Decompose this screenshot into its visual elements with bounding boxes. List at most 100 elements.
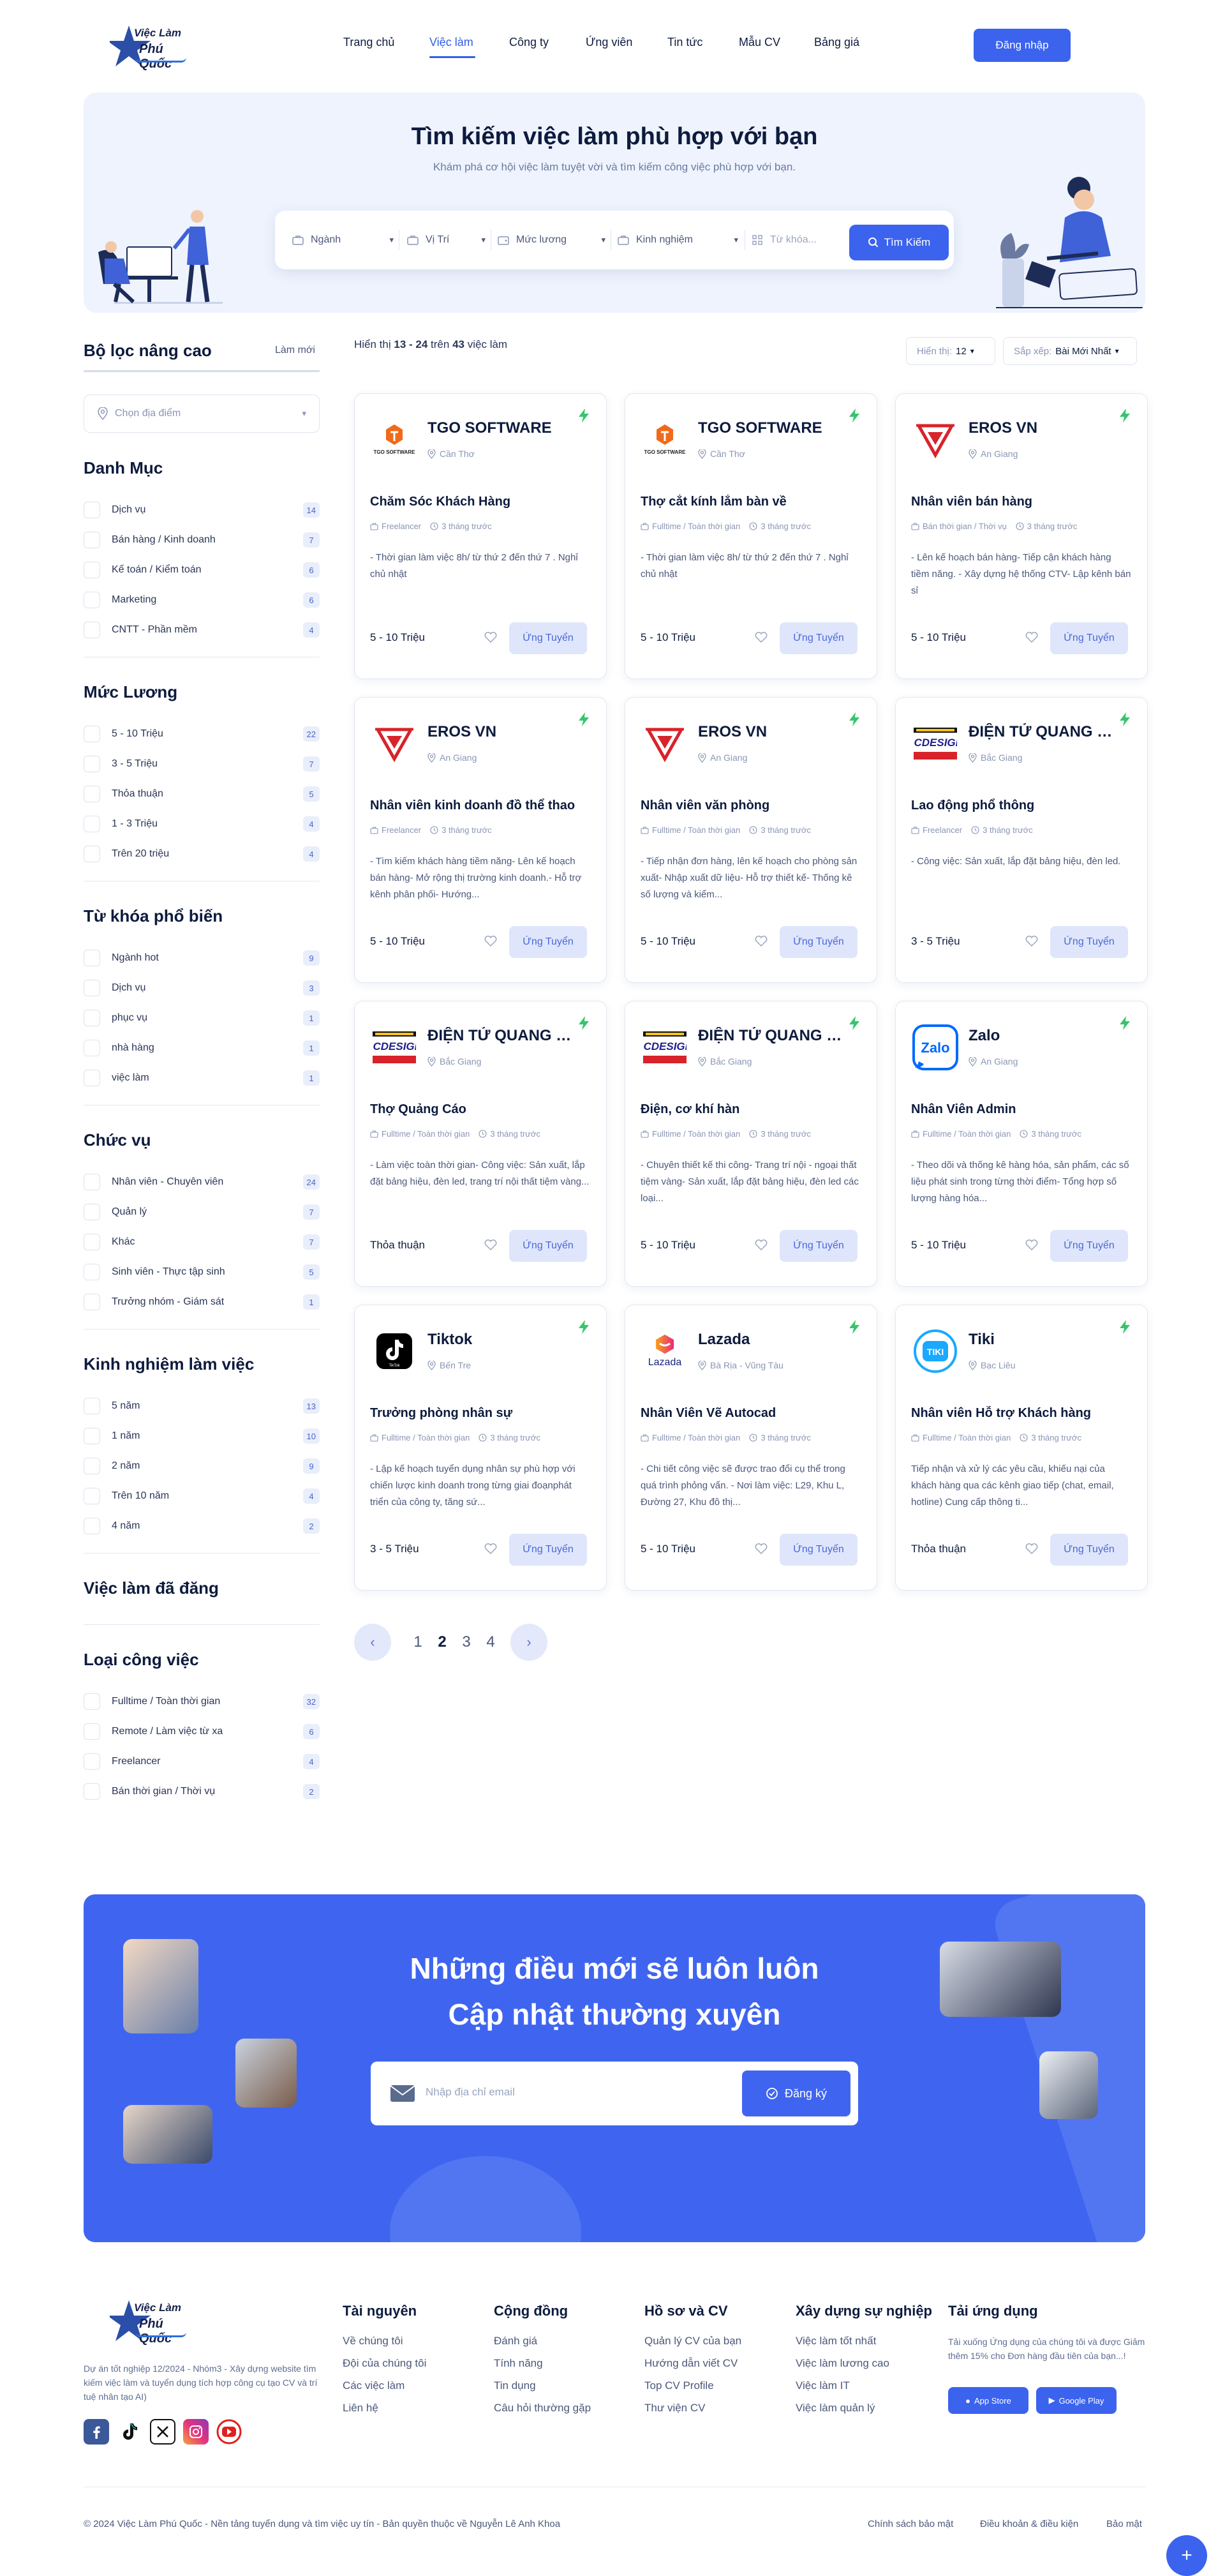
job-title[interactable]: Thợ cắt kính lắm bàn về <box>641 495 864 509</box>
heart-icon[interactable] <box>754 630 768 644</box>
company-name[interactable]: Tiktok <box>427 1331 581 1349</box>
apply-button[interactable]: Ứng Tuyển <box>780 926 858 958</box>
checkbox[interactable] <box>84 950 100 966</box>
job-card[interactable]: TikTok Tiktok Bến Tre Trưởng phòng nhân sự F… <box>354 1305 607 1591</box>
filter-option[interactable]: Nhân viên - Chuyên viên 24 <box>84 1172 320 1192</box>
job-card[interactable]: LCDESIGN ĐIỆN TỬ QUANG SANG Bắc Giang Điện,… <box>625 1001 877 1287</box>
job-card[interactable]: EROS VN An Giang Nhân viên kinh doanh đồ t… <box>354 697 607 983</box>
footer-link[interactable]: Đội của chúng tôi <box>343 2357 426 2379</box>
google-play-button[interactable]: ▶ Google Play <box>1036 2387 1117 2414</box>
company-name[interactable]: EROS VN <box>698 723 851 741</box>
footer-link[interactable]: Hướng dẫn viết CV <box>644 2357 741 2379</box>
checkbox[interactable] <box>84 1458 100 1474</box>
checkbox[interactable] <box>84 502 100 518</box>
footer-link[interactable]: Tin dụng <box>494 2379 591 2402</box>
footer-link[interactable]: Việc làm quản lý <box>796 2402 932 2424</box>
checkbox[interactable] <box>84 786 100 802</box>
company-name[interactable]: EROS VN <box>427 723 581 741</box>
company-logo[interactable]: TikTok <box>370 1327 419 1375</box>
checkbox[interactable] <box>84 980 100 996</box>
checkbox[interactable] <box>84 1693 100 1710</box>
footer-link[interactable]: Các việc làm <box>343 2379 426 2402</box>
heart-icon[interactable] <box>1025 1238 1039 1252</box>
checkbox[interactable] <box>84 1294 100 1310</box>
position-select[interactable]: Vị Trí ▾ <box>406 227 486 253</box>
apply-button[interactable]: Ứng Tuyển <box>509 622 587 654</box>
heart-icon[interactable] <box>754 1541 768 1555</box>
heart-icon[interactable] <box>484 1238 498 1252</box>
heart-icon[interactable] <box>754 1238 768 1252</box>
job-title[interactable]: Nhân viên kinh doanh đồ thể thao <box>370 798 593 813</box>
footer-link[interactable]: Việc làm lương cao <box>796 2357 932 2379</box>
security-link[interactable]: Bảo mật <box>1106 2519 1142 2529</box>
filter-option[interactable]: 5 - 10 Triệu 22 <box>84 724 320 744</box>
subscribe-button[interactable]: Đăng ký <box>742 2071 850 2116</box>
apply-button[interactable]: Ứng Tuyển <box>509 1230 587 1262</box>
checkbox[interactable] <box>84 592 100 608</box>
checkbox[interactable] <box>84 846 100 862</box>
page-number[interactable]: 1 <box>408 1624 427 1661</box>
job-title[interactable]: Chăm Sóc Khách Hàng <box>370 495 593 509</box>
heart-icon[interactable] <box>1025 1541 1039 1555</box>
checkbox[interactable] <box>84 1488 100 1504</box>
apply-button[interactable]: Ứng Tuyển <box>780 622 858 654</box>
filter-option[interactable]: Bán hàng / Kinh doanh 7 <box>84 530 320 550</box>
checkbox[interactable] <box>84 1010 100 1026</box>
site-logo[interactable]: Việc Làm Phú Quốc <box>110 23 199 71</box>
job-title[interactable]: Trưởng phòng nhân sự <box>370 1406 593 1421</box>
filter-option[interactable]: phục vụ 1 <box>84 1008 320 1028</box>
company-logo[interactable]: TIKI <box>911 1327 960 1375</box>
filter-option[interactable]: CNTT - Phần mềm 4 <box>84 620 320 640</box>
footer-link[interactable]: Đánh giá <box>494 2335 591 2357</box>
footer-link[interactable]: Việc làm tốt nhất <box>796 2335 932 2357</box>
company-logo[interactable] <box>370 719 419 768</box>
salary-select[interactable]: Mức lương ▾ <box>497 227 605 253</box>
checkbox[interactable] <box>84 1783 100 1800</box>
checkbox[interactable] <box>84 726 100 742</box>
job-card[interactable]: Lazada Lazada Bà Rịa - Vũng Tàu Nhân Viên V… <box>625 1305 877 1591</box>
apply-button[interactable]: Ứng Tuyển <box>509 926 587 958</box>
checkbox[interactable] <box>84 562 100 578</box>
checkbox[interactable] <box>84 1723 100 1740</box>
company-logo[interactable]: Zalo <box>911 1023 960 1072</box>
job-card[interactable]: TGO SOFTWARE TGO SOFTWARE Cần Thơ Thợ cắt k… <box>625 393 877 679</box>
checkbox[interactable] <box>84 622 100 638</box>
instagram-icon[interactable] <box>183 2419 209 2445</box>
filter-option[interactable]: Bán thời gian / Thời vụ 2 <box>84 1782 320 1801</box>
checkbox[interactable] <box>84 1753 100 1770</box>
next-page-button[interactable]: › <box>510 1624 547 1661</box>
filter-option[interactable]: Quản lý 7 <box>84 1202 320 1222</box>
job-card[interactable]: LCDESIGN ĐIỆN TỬ QUANG SANG Bắc Giang Lao đ… <box>895 697 1148 983</box>
company-logo[interactable]: LCDESIGN <box>911 719 960 768</box>
checkbox[interactable] <box>84 1234 100 1250</box>
filter-option[interactable]: Thỏa thuận 5 <box>84 784 320 804</box>
job-title[interactable]: Điện, cơ khí hàn <box>641 1102 864 1117</box>
company-name[interactable]: Zalo <box>969 1027 1122 1045</box>
apply-button[interactable]: Ứng Tuyển <box>1050 1230 1128 1262</box>
experience-select[interactable]: Kinh nghiệm ▾ <box>617 227 738 253</box>
privacy-policy-link[interactable]: Chính sách bảo mật <box>868 2519 953 2529</box>
company-logo[interactable]: LCDESIGN <box>641 1023 689 1072</box>
youtube-icon[interactable] <box>216 2419 242 2445</box>
nav-item[interactable]: Ứng viên <box>586 36 632 49</box>
company-name[interactable]: ĐIỆN TỬ QUANG SANG <box>698 1027 851 1045</box>
company-name[interactable]: Lazada <box>698 1331 851 1349</box>
nav-item[interactable]: Bảng giá <box>814 36 859 49</box>
checkbox[interactable] <box>84 1070 100 1086</box>
filter-option[interactable]: Freelancer 4 <box>84 1752 320 1771</box>
heart-icon[interactable] <box>484 1541 498 1555</box>
scroll-top-button[interactable]: + <box>1166 2535 1207 2576</box>
filter-option[interactable]: Marketing 6 <box>84 590 320 610</box>
filter-option[interactable]: 1 - 3 Triệu 4 <box>84 814 320 834</box>
app-store-button[interactable]: ● App Store <box>948 2387 1028 2414</box>
company-logo[interactable]: Lazada <box>641 1327 689 1375</box>
heart-icon[interactable] <box>1025 630 1039 644</box>
filter-option[interactable]: 3 - 5 Triệu 7 <box>84 754 320 774</box>
filter-option[interactable]: Khác 7 <box>84 1232 320 1252</box>
filter-option[interactable]: Ngành hot 9 <box>84 948 320 968</box>
company-name[interactable]: TGO SOFTWARE <box>698 419 851 437</box>
filter-option[interactable]: 5 năm 13 <box>84 1397 320 1416</box>
checkbox[interactable] <box>84 1204 100 1220</box>
job-title[interactable]: Nhân viên Hỗ trợ Khách hàng <box>911 1406 1134 1421</box>
filter-option[interactable]: 1 năm 10 <box>84 1427 320 1446</box>
